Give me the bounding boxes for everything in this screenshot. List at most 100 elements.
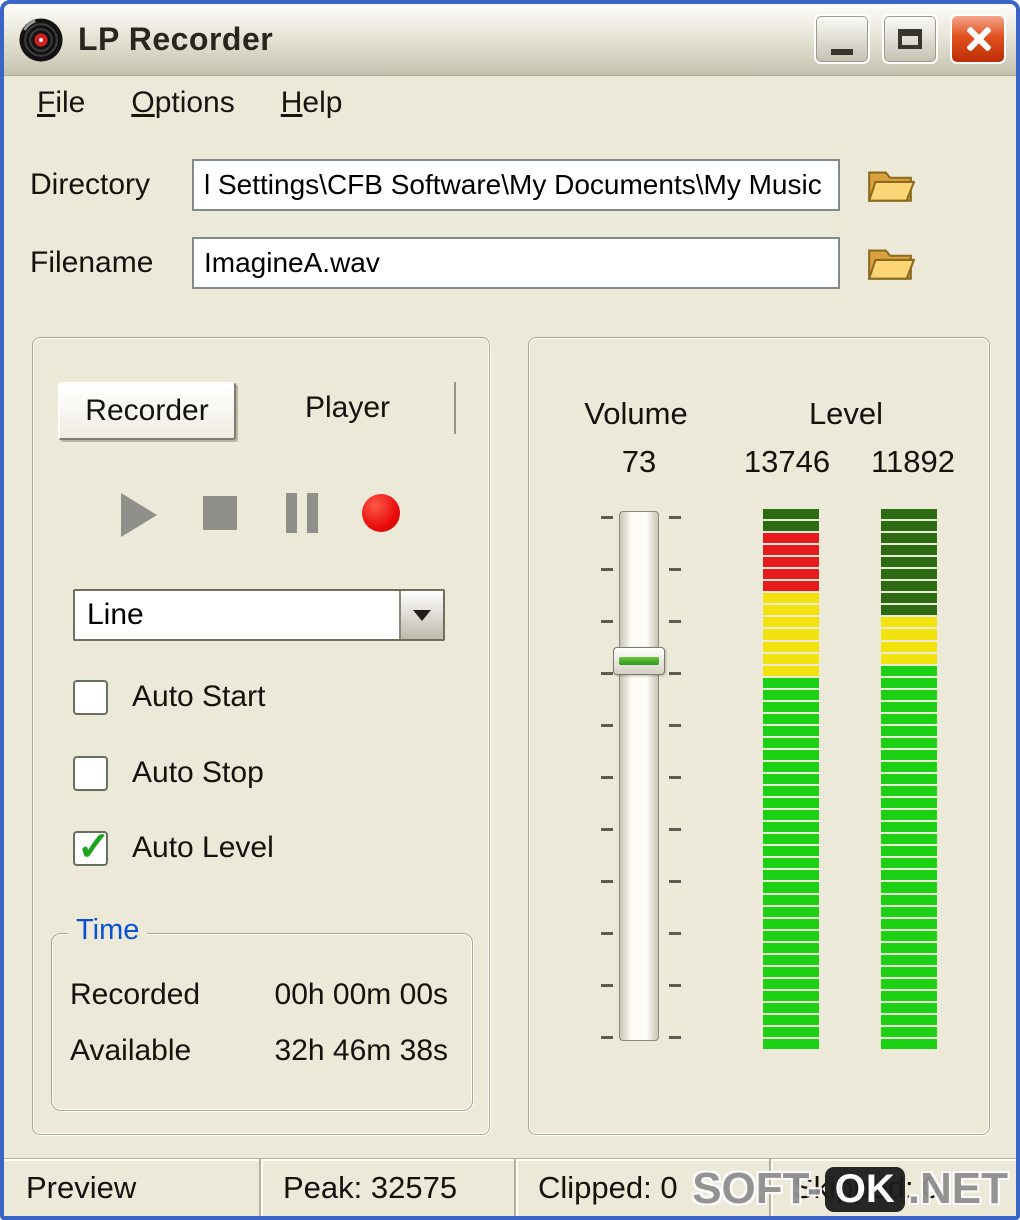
filename-label: Filename (30, 246, 154, 279)
meter-segment-yellow (763, 665, 819, 676)
auto-stop-label[interactable]: Auto Stop (132, 756, 264, 790)
time-group-title: Time (68, 914, 148, 947)
meter-segment-green (881, 942, 937, 953)
meter-segment-green (763, 978, 819, 989)
volume-slider-track[interactable] (619, 511, 659, 1041)
auto-stop-checkbox[interactable] (73, 755, 108, 791)
meter-segment-green (763, 882, 819, 893)
level-label: Level (808, 396, 884, 431)
meter-segment-green (763, 786, 819, 797)
meter-segment-green (881, 990, 937, 1001)
meter-segment-red (763, 533, 819, 544)
meter-segment-dark (763, 509, 819, 520)
meter-segment-green (881, 822, 937, 833)
meter-segment-green (763, 725, 819, 736)
watermark-badge: OK (824, 1166, 905, 1212)
stop-button[interactable] (203, 496, 237, 530)
meter-segment-green (881, 894, 937, 905)
meter-segment-green (881, 798, 937, 809)
recorder-panel: Recorder Player Line Auto Start Auto Sto… (32, 337, 490, 1135)
meter-segment-green (763, 966, 819, 977)
menu-options[interactable]: Options (108, 82, 257, 124)
meter-segment-green (763, 906, 819, 917)
auto-level-row: Auto Level (73, 824, 274, 870)
title-bar[interactable]: LP Recorder (4, 4, 1016, 76)
meter-segment-yellow (763, 593, 819, 604)
meter-segment-green (763, 894, 819, 905)
app-window: LP Recorder File Options Help Directory … (0, 0, 1020, 1220)
meter-segment-dark (881, 545, 937, 556)
meter-segment-green (881, 978, 937, 989)
meter-segment-green (881, 701, 937, 712)
filename-browse-button[interactable] (864, 241, 916, 285)
tab-player[interactable]: Player (241, 382, 456, 434)
volume-label: Volume (584, 396, 688, 431)
meter-segment-yellow (881, 641, 937, 652)
time-group: Time Recorded 00h 00m 00s Available 32h … (51, 914, 473, 1111)
meter-segment-green (881, 1002, 937, 1013)
auto-stop-row: Auto Stop (73, 752, 264, 794)
pause-button[interactable] (286, 493, 318, 533)
meter-segment-green (881, 1039, 937, 1050)
auto-start-checkbox[interactable] (73, 679, 108, 715)
menu-bar: File Options Help (4, 76, 1016, 130)
meter-segment-green (881, 786, 937, 797)
maximize-button[interactable] (882, 14, 938, 64)
menu-options-label: ptions (154, 86, 235, 119)
menu-help[interactable]: Help (258, 82, 366, 124)
record-button[interactable] (362, 494, 400, 532)
meter-segment-green (881, 858, 937, 869)
meter-segment-green (881, 834, 937, 845)
tab-recorder-label: Recorder (85, 394, 209, 427)
meter-segment-green (881, 737, 937, 748)
auto-level-label[interactable]: Auto Level (132, 831, 274, 865)
recorded-value: 00h 00m 00s (274, 978, 448, 1011)
close-button[interactable] (950, 14, 1006, 64)
meter-segment-dark (881, 509, 937, 520)
pause-bar (286, 493, 297, 533)
meter-segment-green (881, 882, 937, 893)
auto-start-label[interactable]: Auto Start (132, 680, 265, 714)
meter-segment-green (763, 810, 819, 821)
auto-level-checkbox[interactable] (73, 824, 111, 870)
play-button[interactable] (121, 493, 157, 537)
menu-file[interactable]: File (14, 82, 108, 124)
tab-recorder[interactable]: Recorder (58, 382, 236, 440)
directory-browse-button[interactable] (864, 163, 916, 207)
meter-segment-green (881, 749, 937, 760)
pause-bar (307, 493, 318, 533)
menu-help-mnemonic: H (280, 86, 303, 119)
recorded-row: Recorded 00h 00m 00s (70, 978, 448, 1012)
meter-segment-green (763, 713, 819, 724)
slider-ticks-right (669, 516, 681, 1039)
meter-segment-green (763, 701, 819, 712)
status-preview: Preview (26, 1169, 137, 1205)
meter-segment-dark (881, 569, 937, 580)
input-source-select[interactable]: Line (73, 589, 445, 641)
meter-segment-yellow (763, 605, 819, 616)
meter-segment-green (763, 737, 819, 748)
meter-segment-green (881, 918, 937, 929)
meter-segment-green (763, 1002, 819, 1013)
menu-help-label: elp (302, 86, 343, 119)
meter-segment-green (881, 906, 937, 917)
window-title: LP Recorder (78, 21, 274, 57)
meter-segment-green (881, 689, 937, 700)
filename-input[interactable] (192, 237, 840, 289)
input-source-value: Line (87, 598, 144, 631)
volume-slider-thumb[interactable] (613, 647, 665, 675)
auto-start-row: Auto Start (73, 676, 265, 718)
meter-segment-green (881, 1027, 937, 1038)
meter-segment-green (881, 1014, 937, 1026)
combo-dropdown-button[interactable] (399, 591, 443, 639)
meter-segment-red (763, 581, 819, 592)
meter-segment-yellow (763, 629, 819, 640)
minimize-button[interactable] (814, 14, 870, 64)
minimize-icon (831, 49, 853, 55)
directory-input[interactable] (192, 159, 840, 211)
meter-segment-yellow (881, 653, 937, 664)
maximize-icon (898, 29, 922, 49)
watermark: SOFT- OK .NET (692, 1164, 1008, 1214)
meter-segment-green (763, 774, 819, 785)
window-controls (814, 14, 1006, 64)
